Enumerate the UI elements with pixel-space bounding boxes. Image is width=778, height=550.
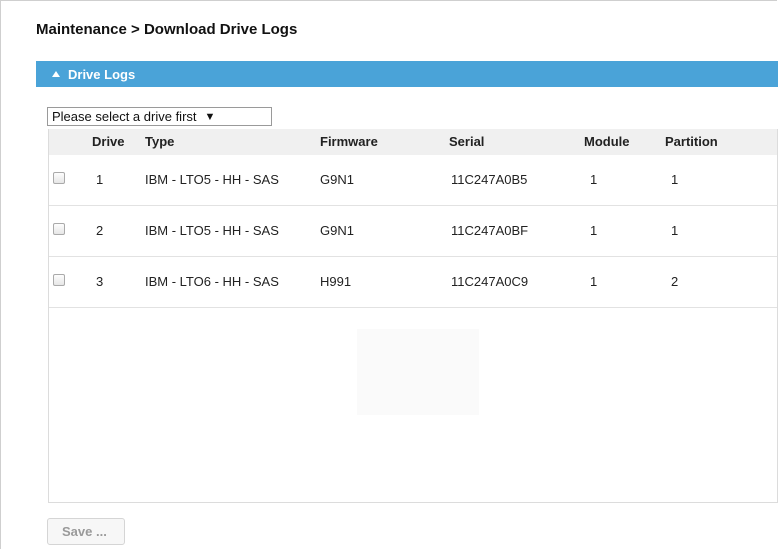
table-header: Drive Type Firmware Serial Module Partit… [49,129,777,155]
empty-table-area [357,329,479,415]
column-header-partition[interactable]: Partition [665,134,718,149]
column-header-module[interactable]: Module [584,134,630,149]
save-button[interactable]: Save ... [47,518,125,545]
table-row[interactable]: 2 IBM - LTO5 - HH - SAS G9N1 11C247A0BF … [49,206,777,257]
cell-partition: 2 [671,274,679,289]
drive-logs-panel-header[interactable]: Drive Logs [36,61,778,87]
cell-module: 1 [590,274,598,289]
cell-type: IBM - LTO6 - HH - SAS [145,274,279,289]
cell-drive: 2 [96,223,104,238]
table-row[interactable]: 3 IBM - LTO6 - HH - SAS H991 11C247A0C9 … [49,257,777,308]
cell-serial: 11C247A0C9 [451,274,529,289]
row-checkbox[interactable] [53,223,65,235]
cell-module: 1 [590,223,598,238]
cell-serial: 11C247A0B5 [451,172,528,187]
cell-type: IBM - LTO5 - HH - SAS [145,172,279,187]
column-header-drive[interactable]: Drive [92,134,125,149]
page-title: Maintenance > Download Drive Logs [36,21,298,38]
cell-firmware: H991 [320,274,352,289]
row-checkbox[interactable] [53,274,65,286]
cell-partition: 1 [671,172,679,187]
cell-serial: 11C247A0BF [451,223,529,238]
drive-select[interactable]: Please select a drive first ▼ [47,107,272,126]
drive-logs-table: Drive Type Firmware Serial Module Partit… [48,129,778,503]
drive-select-value: Please select a drive first [52,109,197,124]
chevron-down-icon: ▼ [204,110,216,123]
column-header-type[interactable]: Type [145,134,174,149]
cell-partition: 1 [671,223,679,238]
cell-firmware: G9N1 [320,223,354,238]
table-row[interactable]: 1 IBM - LTO5 - HH - SAS G9N1 11C247A0B5 … [49,155,777,206]
cell-drive: 3 [96,274,104,289]
triangle-up-icon[interactable] [52,71,60,77]
panel-title: Drive Logs [68,66,136,82]
column-header-firmware[interactable]: Firmware [320,134,378,149]
row-checkbox[interactable] [53,172,65,184]
column-header-serial[interactable]: Serial [449,134,484,149]
cell-drive: 1 [96,172,104,187]
cell-module: 1 [590,172,598,187]
cell-firmware: G9N1 [320,172,354,187]
cell-type: IBM - LTO5 - HH - SAS [145,223,279,238]
